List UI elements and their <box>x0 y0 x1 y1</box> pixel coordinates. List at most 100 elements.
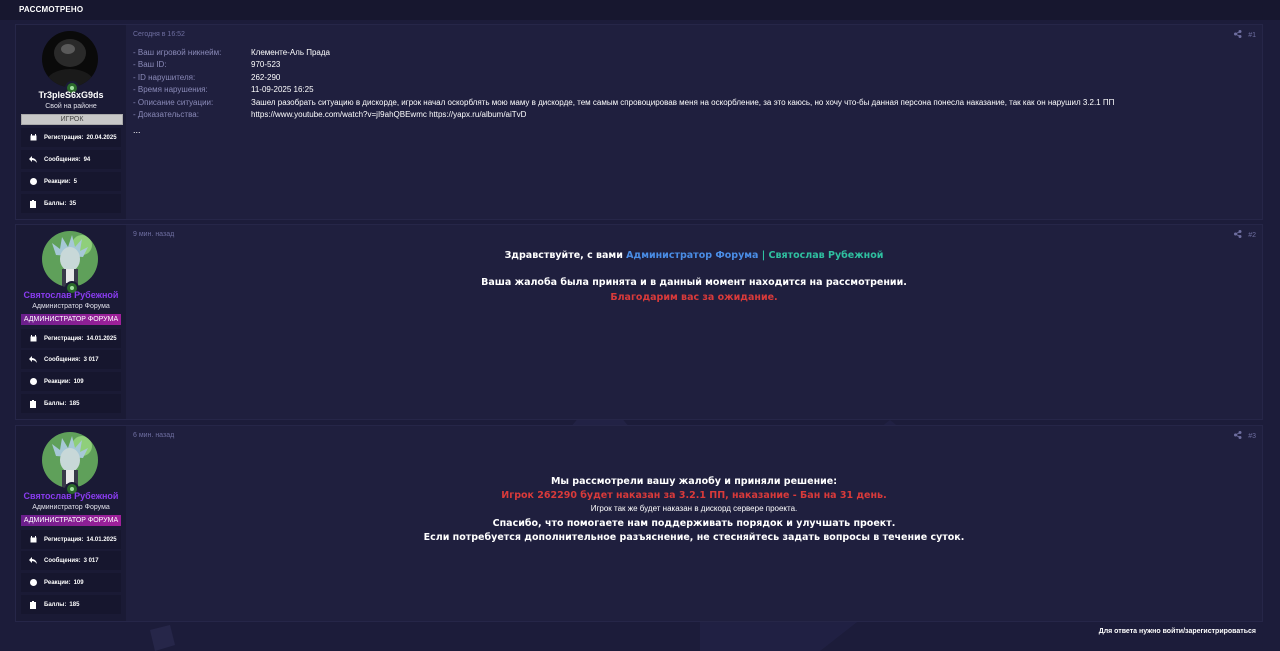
stat-reactions: Реакции: 109 <box>21 372 121 391</box>
avatar[interactable] <box>42 31 98 87</box>
user-sidebar: Святослав Рубежной Администратор Форума … <box>16 225 126 419</box>
field-value: Клементе-Аль Прада <box>251 48 330 57</box>
stat-registration: Регистрация: 14.01.2025 <box>21 530 121 549</box>
user-banner: ИГРОК <box>21 114 123 125</box>
stat-messages: Сообщения: 94 <box>21 150 121 169</box>
post-1: Tr3pleS6xG9ds Свой на районе ИГРОК Регис… <box>15 24 1263 220</box>
username[interactable]: Святослав Рубежной <box>16 290 126 300</box>
username[interactable]: Tr3pleS6xG9ds <box>16 90 126 100</box>
share-icon[interactable] <box>1234 431 1242 441</box>
stat-value: 94 <box>83 156 91 163</box>
share-icon[interactable] <box>1234 30 1242 40</box>
avatar-rick-image <box>42 432 98 488</box>
reply-icon <box>29 356 37 364</box>
stat-label: Сообщения: <box>44 557 81 564</box>
avatar-rick-image <box>42 231 98 287</box>
post-ellipsis: ... <box>133 125 141 135</box>
user-title: Свой на районе <box>45 103 97 110</box>
field-nickname: - Ваш игровой никнейм: Клементе-Аль Прад… <box>133 48 330 57</box>
user-sidebar: Святослав Рубежной Администратор Форума … <box>16 426 126 621</box>
field-offender-id: - ID нарушителя: 262-290 <box>133 73 280 82</box>
greeting-line: Здравствуйте, с вами Администратор Форум… <box>126 250 1262 261</box>
stat-reactions: Реакции: 5 <box>21 172 121 191</box>
stat-value: 185 <box>69 400 80 407</box>
thread-status-label: РАССМОТРЕНО <box>19 5 84 14</box>
greeting-role: Администратор Форума <box>626 250 759 261</box>
stat-points: Баллы: 35 <box>21 194 121 213</box>
stat-points: Баллы: 185 <box>21 595 121 614</box>
post-3: Святослав Рубежной Администратор Форума … <box>15 425 1263 622</box>
stat-registration: Регистрация: 14.01.2025 <box>21 329 121 348</box>
review-line: Ваша жалоба была принята и в данный моме… <box>481 277 907 288</box>
field-value: Зашел разобрать ситуацию в дискорде, игр… <box>251 98 1115 107</box>
stat-value: 35 <box>69 200 77 207</box>
username[interactable]: Святослав Рубежной <box>16 491 126 501</box>
thanks-line: Спасибо, что помогаете нам поддерживать … <box>492 518 896 529</box>
stat-value: 3 017 <box>83 557 99 564</box>
stat-value: 3 017 <box>83 356 99 363</box>
post-number[interactable]: #1 <box>1248 32 1256 39</box>
user-title: Администратор Форума <box>32 303 110 310</box>
user-banner: АДМИНИСТРАТОР ФОРУМА <box>21 515 121 526</box>
stat-value: 109 <box>73 579 84 586</box>
field-value: 11-09-2025 16:25 <box>251 85 314 94</box>
questions-line: Если потребуется дополнительное разъясне… <box>423 532 965 543</box>
field-key: - ID нарушителя: <box>133 73 196 82</box>
avatar[interactable] <box>42 432 98 488</box>
avatar[interactable] <box>42 231 98 287</box>
reply-icon <box>29 156 37 164</box>
field-key: - Ваш ID: <box>133 60 167 69</box>
thanks-line: Благодарим вас за ожидание. <box>610 292 778 303</box>
stat-label: Баллы: <box>44 400 67 407</box>
stat-label: Сообщения: <box>44 356 81 363</box>
stat-value: 109 <box>73 378 84 385</box>
stat-registration: Регистрация: 20.04.2025 <box>21 128 121 147</box>
stat-messages: Сообщения: 3 017 <box>21 551 121 570</box>
post-date[interactable]: 9 мин. назад <box>133 231 174 238</box>
field-key: - Ваш игровой никнейм: <box>133 48 222 57</box>
evidence-links[interactable]: https://www.youtube.com/watch?v=jI9ahQBE… <box>251 110 526 119</box>
stat-points: Баллы: 185 <box>21 394 121 413</box>
calendar-icon <box>29 536 37 544</box>
stat-label: Сообщения: <box>44 156 81 163</box>
field-violation-time: - Время нарушения: 11-09-2025 16:25 <box>133 85 314 94</box>
field-value: 970-523 <box>251 60 281 69</box>
post-2: Святослав Рубежной Администратор Форума … <box>15 224 1263 420</box>
stat-label: Баллы: <box>44 601 67 608</box>
smile-icon <box>29 178 37 186</box>
avatar-dark-image <box>42 31 98 87</box>
smile-icon <box>29 579 37 587</box>
stat-label: Регистрация: <box>44 335 84 342</box>
discord-line: Игрок так же будет наказан в дискорд сер… <box>590 504 798 513</box>
thread-status-bar: РАССМОТРЕНО <box>0 0 1280 20</box>
stat-value: 185 <box>69 601 80 608</box>
share-icon[interactable] <box>1234 230 1242 240</box>
post-date[interactable]: Сегодня в 16:52 <box>133 31 185 38</box>
stat-value: 5 <box>73 178 77 185</box>
field-evidence: - Доказательства: https://www.youtube.co… <box>133 110 526 119</box>
clipboard-icon <box>29 399 37 408</box>
stat-label: Регистрация: <box>44 134 84 141</box>
stat-messages: Сообщения: 3 017 <box>21 350 121 369</box>
post-number[interactable]: #2 <box>1248 232 1256 239</box>
post-date[interactable]: 6 мин. назад <box>133 432 174 439</box>
field-description: - Описание ситуации: Зашел разобрать сит… <box>133 98 1114 107</box>
post-number[interactable]: #3 <box>1248 433 1256 440</box>
field-key: - Время нарушения: <box>133 85 208 94</box>
user-title: Администратор Форума <box>32 504 110 511</box>
stat-label: Регистрация: <box>44 536 84 543</box>
stat-value: 14.01.2025 <box>86 536 117 543</box>
reply-icon <box>29 557 37 565</box>
stat-label: Реакции: <box>44 579 71 586</box>
calendar-icon <box>29 134 37 142</box>
stat-label: Баллы: <box>44 200 67 207</box>
decision-line: Мы рассмотрели вашу жалобу и приняли реш… <box>550 476 838 487</box>
field-key: - Описание ситуации: <box>133 98 214 107</box>
stat-label: Реакции: <box>44 378 71 385</box>
login-to-reply-note[interactable]: Для ответа нужно войти/зарегистрироватьс… <box>1099 628 1256 635</box>
post-meta: #2 <box>1234 230 1256 240</box>
greeting-name: Святослав Рубежной <box>768 250 884 261</box>
clipboard-icon <box>29 600 37 609</box>
stat-reactions: Реакции: 109 <box>21 573 121 592</box>
stat-value: 20.04.2025 <box>86 134 117 141</box>
